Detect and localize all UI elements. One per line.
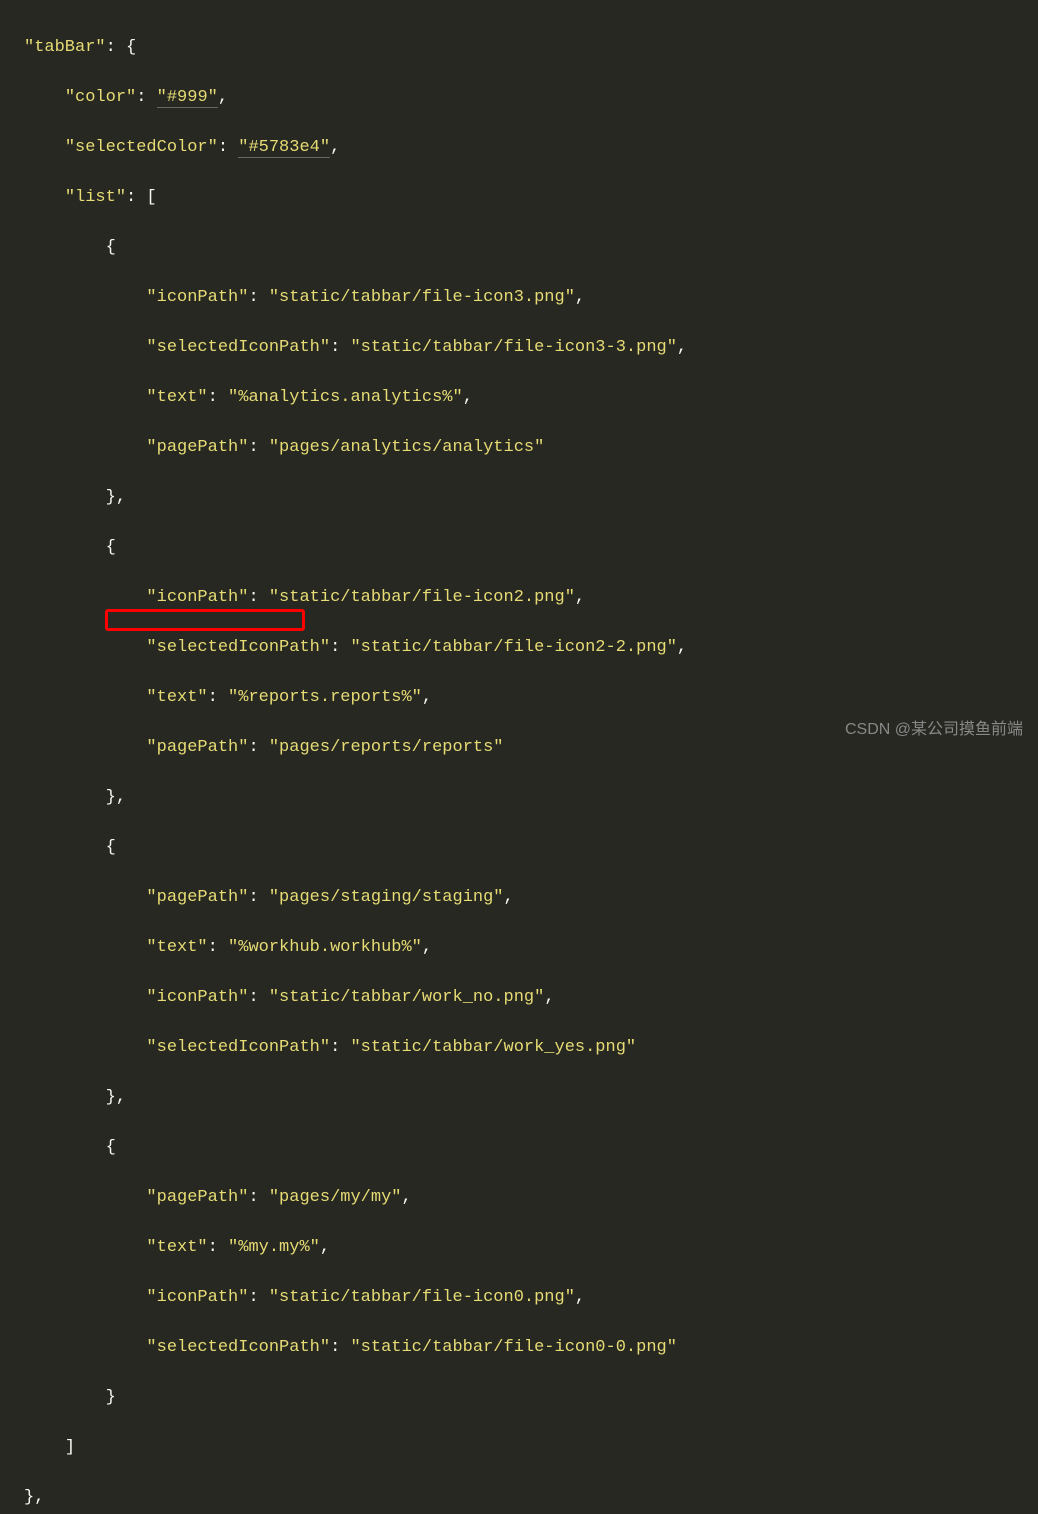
json-key: "selectedColor" xyxy=(65,138,218,157)
code-line: }, xyxy=(24,485,1038,510)
json-key: "pagePath" xyxy=(146,1188,248,1207)
json-key: "iconPath" xyxy=(146,588,248,607)
code-line: "list": [ xyxy=(24,185,1038,210)
code-line: "pagePath": "pages/analytics/analytics" xyxy=(24,435,1038,460)
json-string: "static/tabbar/file-icon0-0.png" xyxy=(350,1338,676,1357)
json-key: "selectedIconPath" xyxy=(146,1038,330,1057)
json-string: "#5783e4" xyxy=(238,138,330,158)
code-line: { xyxy=(24,835,1038,860)
code-line: "iconPath": "static/tabbar/file-icon3.pn… xyxy=(24,285,1038,310)
json-key: "iconPath" xyxy=(146,1288,248,1307)
json-key: "selectedIconPath" xyxy=(146,1338,330,1357)
watermark-text: CSDN @某公司摸鱼前端 xyxy=(845,717,1023,742)
json-key: "tabBar" xyxy=(24,38,106,57)
code-editor-view[interactable]: "tabBar": { "color": "#999", "selectedCo… xyxy=(24,10,1038,1514)
json-string: "static/tabbar/work_yes.png" xyxy=(350,1038,636,1057)
json-key: "text" xyxy=(146,938,207,957)
json-string: "%analytics.analytics%" xyxy=(228,388,463,407)
json-key: "list" xyxy=(65,188,126,207)
json-string: "static/tabbar/file-icon3.png" xyxy=(269,288,575,307)
code-line: }, xyxy=(24,1485,1038,1510)
json-key: "pagePath" xyxy=(146,438,248,457)
code-line: "color": "#999", xyxy=(24,85,1038,110)
code-line: "iconPath": "static/tabbar/work_no.png", xyxy=(24,985,1038,1010)
json-string: "static/tabbar/work_no.png" xyxy=(269,988,544,1007)
json-key: "text" xyxy=(146,1238,207,1257)
code-line: "iconPath": "static/tabbar/file-icon2.pn… xyxy=(24,585,1038,610)
code-line: "selectedIconPath": "static/tabbar/work_… xyxy=(24,1035,1038,1060)
json-key: "text" xyxy=(146,688,207,707)
code-line: { xyxy=(24,1135,1038,1160)
json-string: "static/tabbar/file-icon2-2.png" xyxy=(350,638,676,657)
json-string: "static/tabbar/file-icon2.png" xyxy=(269,588,575,607)
json-key: "iconPath" xyxy=(146,988,248,1007)
json-key: "pagePath" xyxy=(146,738,248,757)
json-string: "%my.my%" xyxy=(228,1238,320,1257)
code-line: "iconPath": "static/tabbar/file-icon0.pn… xyxy=(24,1285,1038,1310)
code-line: { xyxy=(24,535,1038,560)
code-line: }, xyxy=(24,785,1038,810)
code-line: ] xyxy=(24,1435,1038,1460)
json-string: "pages/staging/staging" xyxy=(269,888,504,907)
code-line: "tabBar": { xyxy=(24,35,1038,60)
json-string: "%reports.reports%" xyxy=(228,688,422,707)
code-line: "text": "%reports.reports%", xyxy=(24,685,1038,710)
json-string: "pages/analytics/analytics" xyxy=(269,438,544,457)
json-key: "selectedIconPath" xyxy=(146,338,330,357)
json-string: "static/tabbar/file-icon3-3.png" xyxy=(350,338,676,357)
code-line: "text": "%workhub.workhub%", xyxy=(24,935,1038,960)
code-line: }, xyxy=(24,1085,1038,1110)
json-string: "pages/my/my" xyxy=(269,1188,402,1207)
code-line: "pagePath": "pages/my/my", xyxy=(24,1185,1038,1210)
code-line: { xyxy=(24,235,1038,260)
code-line: "text": "%my.my%", xyxy=(24,1235,1038,1260)
json-key: "text" xyxy=(146,388,207,407)
code-line: "pagePath": "pages/staging/staging", xyxy=(24,885,1038,910)
json-key: "color" xyxy=(65,88,136,107)
json-key: "selectedIconPath" xyxy=(146,638,330,657)
json-string: "%workhub.workhub%" xyxy=(228,938,422,957)
json-key: "iconPath" xyxy=(146,288,248,307)
json-string: "pages/reports/reports" xyxy=(269,738,504,757)
code-line: "selectedIconPath": "static/tabbar/file-… xyxy=(24,635,1038,660)
code-line: "selectedColor": "#5783e4", xyxy=(24,135,1038,160)
code-line: "selectedIconPath": "static/tabbar/file-… xyxy=(24,1335,1038,1360)
code-line: "selectedIconPath": "static/tabbar/file-… xyxy=(24,335,1038,360)
json-string: "#999" xyxy=(157,88,218,108)
json-string: "static/tabbar/file-icon0.png" xyxy=(269,1288,575,1307)
code-line: } xyxy=(24,1385,1038,1410)
code-line: "text": "%analytics.analytics%", xyxy=(24,385,1038,410)
json-key: "pagePath" xyxy=(146,888,248,907)
